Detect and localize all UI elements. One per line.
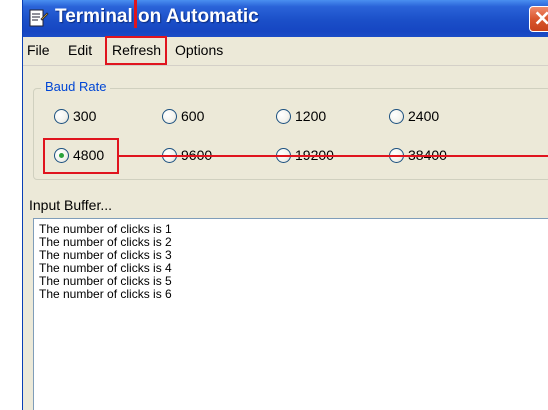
input-buffer-label: Input Buffer... [29,197,113,213]
radio-circle [54,109,69,124]
buffer-line: The number of clicks is 6 [39,287,172,301]
annotation-pointer-right [119,155,548,157]
terminal-window: Terminal on Automatic × File Edit Refres… [22,0,548,410]
baud-rate-label: Baud Rate [41,79,111,94]
radio-label: 1200 [295,108,327,124]
close-button[interactable]: × [529,6,548,32]
radio-circle [162,109,177,124]
radio-label: 2400 [408,108,440,124]
radio-circle [276,109,291,124]
menu-options[interactable]: Options [175,42,223,58]
annotation-pointer-top [134,0,137,28]
screenshot-stage: Terminal on Automatic × File Edit Refres… [0,0,548,410]
radio-label: 600 [181,108,205,124]
close-icon: × [533,6,548,31]
terminal-app-icon [29,9,49,27]
annotation-box-4800 [43,138,119,174]
annotation-box-refresh [105,36,167,65]
radio-label: 300 [73,108,97,124]
menu-edit[interactable]: Edit [68,42,92,58]
menu-bar: File Edit Refresh Options [23,37,548,66]
input-buffer-textarea[interactable]: The number of clicks is 1 The number of … [33,218,548,410]
radio-circle [389,109,404,124]
title-bar[interactable]: Terminal on Automatic × [23,0,548,37]
window-title: Terminal on Automatic [55,6,259,27]
menu-file[interactable]: File [27,42,50,58]
